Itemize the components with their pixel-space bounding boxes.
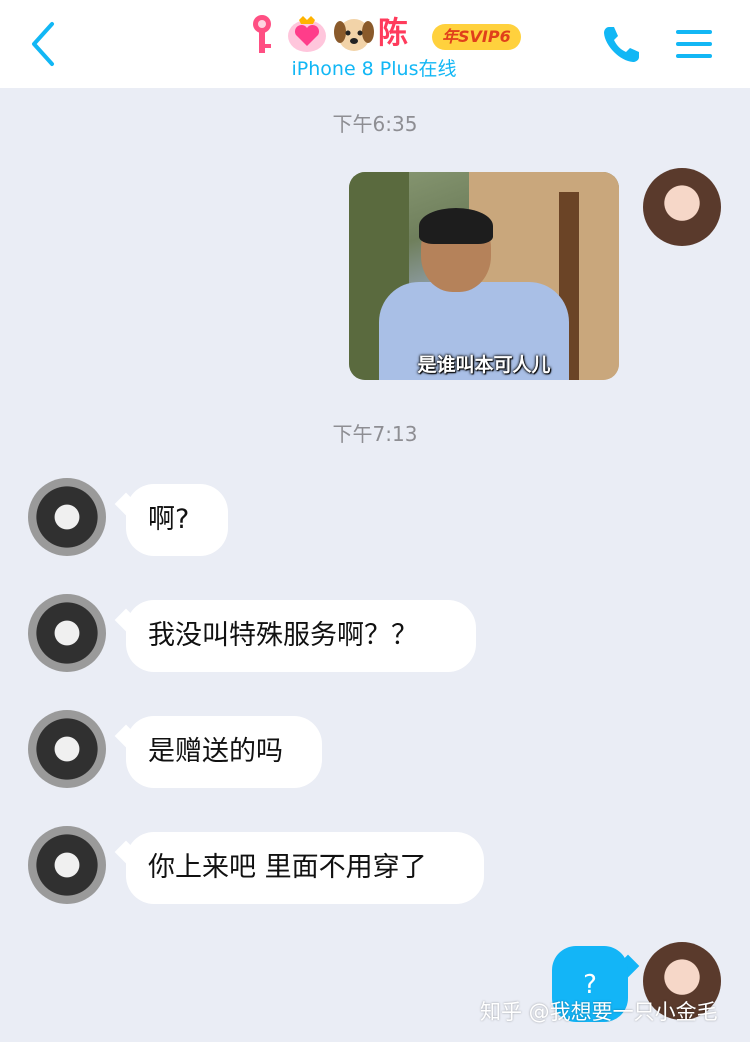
phone-icon xyxy=(604,27,639,62)
contact-avatar[interactable] xyxy=(28,478,106,556)
contact-avatar[interactable] xyxy=(28,710,106,788)
menu-icon xyxy=(676,30,712,58)
chat-header: 陈 年SVIP6 iPhone 8 Plus在线 xyxy=(0,0,750,88)
photo-hair xyxy=(419,208,493,244)
chat-title[interactable]: 陈 年SVIP6 iPhone 8 Plus在线 xyxy=(230,6,530,86)
incoming-message[interactable]: 是赠送的吗 xyxy=(126,716,322,788)
chevron-left-icon xyxy=(32,22,54,66)
heart-crown-icon xyxy=(288,16,326,52)
back-button[interactable] xyxy=(22,18,66,70)
message-timestamp: 下午7:13 xyxy=(332,422,418,446)
svip-badge: 年SVIP6 xyxy=(432,24,521,50)
watermark: 知乎 @我想要一只小金毛 xyxy=(480,1000,718,1024)
menu-button[interactable] xyxy=(674,24,714,64)
self-avatar[interactable] xyxy=(643,168,721,246)
dog-icon xyxy=(334,19,374,51)
key-icon xyxy=(253,15,271,53)
contact-avatar[interactable] xyxy=(28,826,106,904)
incoming-message[interactable]: 你上来吧 里面不用穿了 xyxy=(126,832,484,904)
title-row: 陈 年SVIP6 xyxy=(230,12,530,56)
contact-avatar[interactable] xyxy=(28,594,106,672)
contact-name: 陈 xyxy=(378,16,408,51)
image-message[interactable]: 是谁叫本可人儿 xyxy=(349,172,619,380)
incoming-message[interactable]: 我没叫特殊服务啊？？ xyxy=(126,600,476,672)
online-status: iPhone 8 Plus在线 xyxy=(291,58,457,80)
image-caption: 是谁叫本可人儿 xyxy=(417,354,551,376)
message-timestamp: 下午6:35 xyxy=(332,112,418,136)
call-button[interactable] xyxy=(600,22,644,66)
incoming-message[interactable]: 啊? xyxy=(126,484,228,556)
